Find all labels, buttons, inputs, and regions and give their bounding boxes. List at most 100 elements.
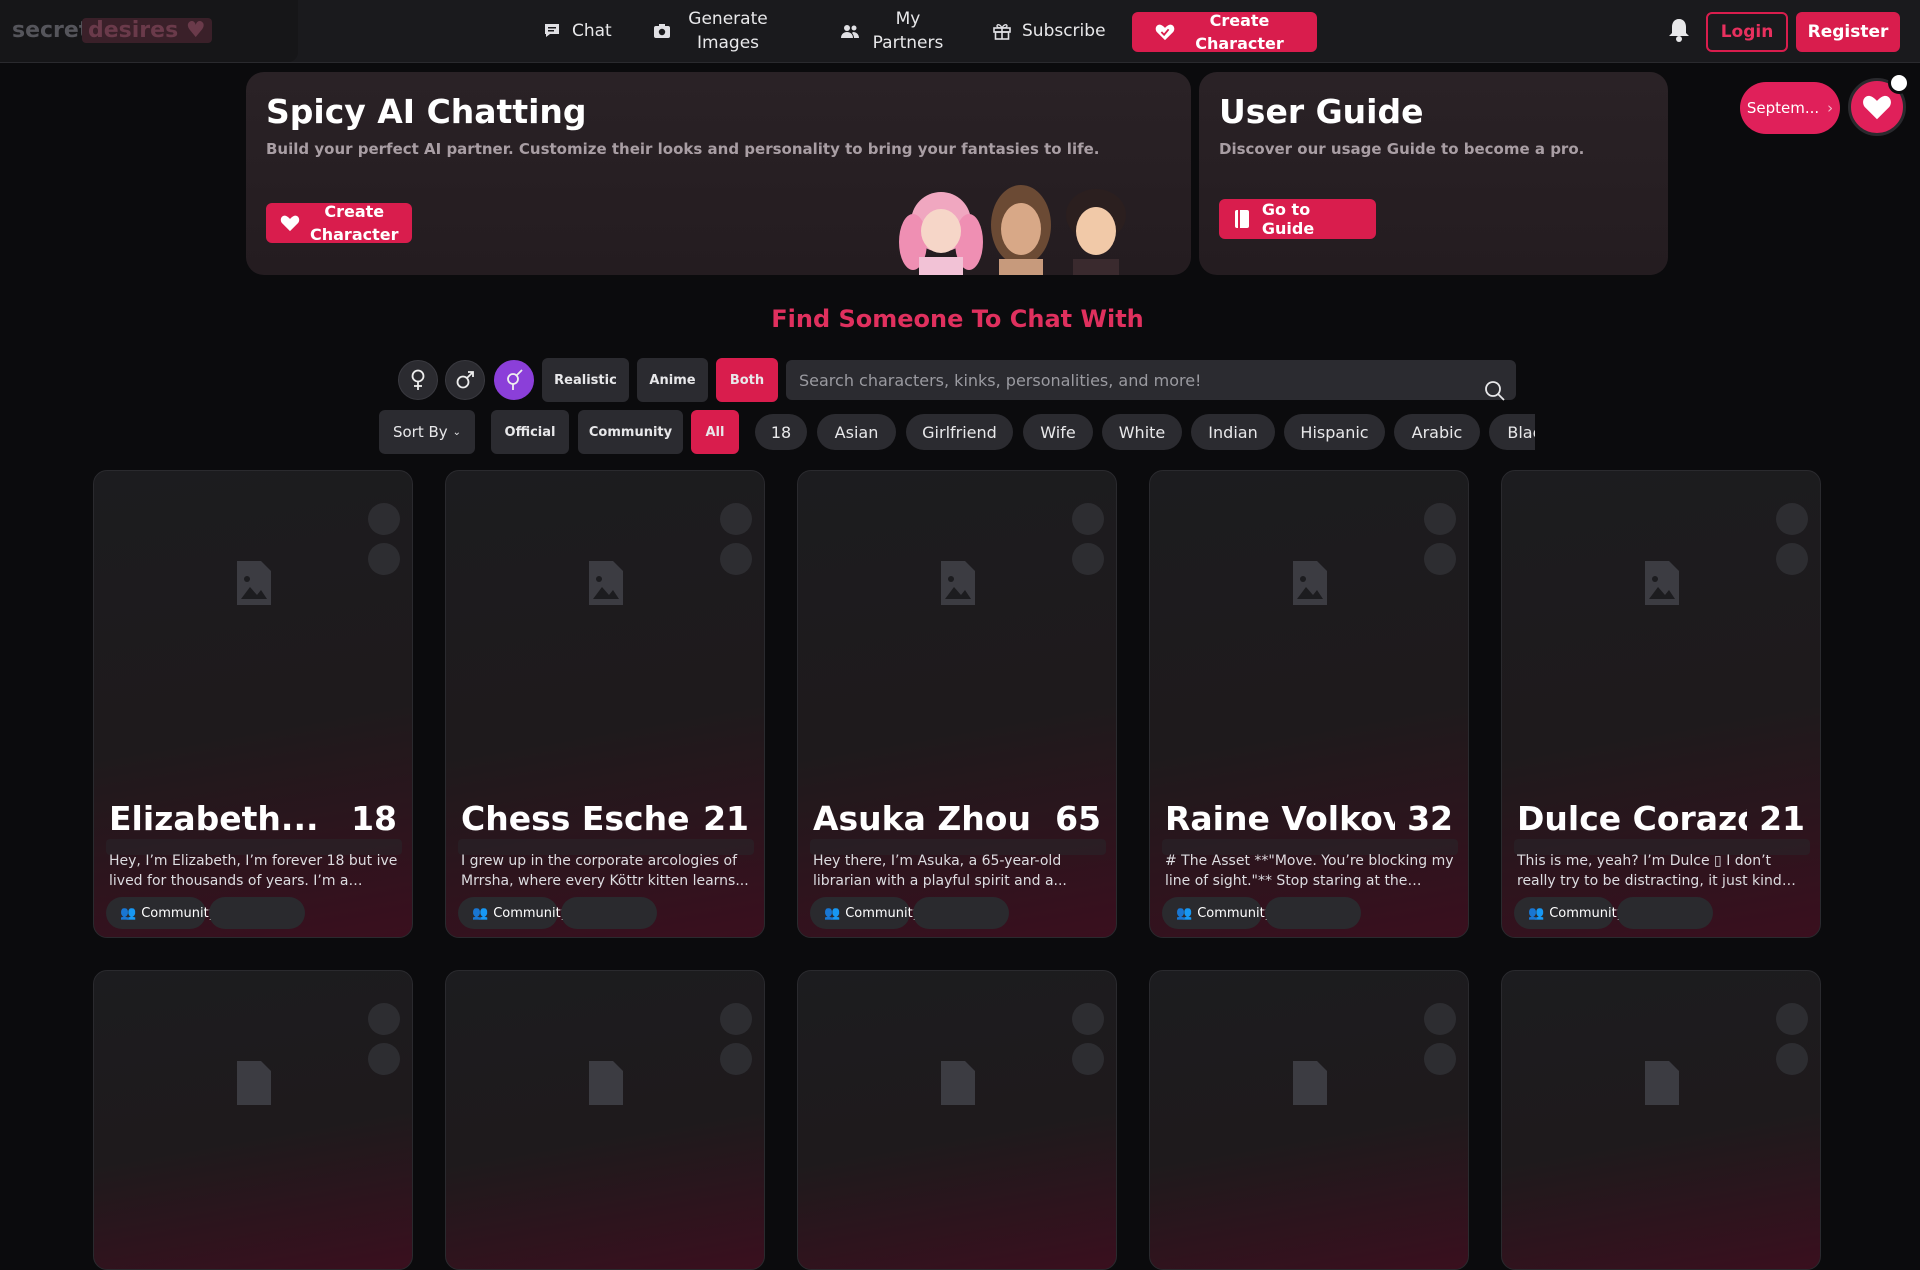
bell-icon[interactable]	[1665, 16, 1693, 44]
guide-title: User Guide	[1219, 92, 1424, 131]
more-options-button[interactable]	[1072, 1043, 1104, 1075]
hero-subtitle: Build your perfect AI partner. Customize…	[266, 140, 1100, 158]
tag-chip[interactable]: Asian	[817, 414, 896, 450]
more-options-button[interactable]	[1776, 1043, 1808, 1075]
favorite-button[interactable]	[1072, 503, 1104, 535]
male-filter-button[interactable]	[445, 360, 485, 400]
more-options-button[interactable]	[1424, 1043, 1456, 1075]
heart-icon	[1863, 95, 1891, 120]
source-community-button[interactable]: Community	[578, 410, 683, 454]
style-anime-button[interactable]: Anime	[637, 358, 708, 402]
search-icon[interactable]	[1484, 380, 1506, 402]
register-button[interactable]: Register	[1796, 12, 1900, 52]
character-name: Elizabeth...	[109, 799, 319, 838]
both-genders-filter-button[interactable]	[494, 360, 534, 400]
tag-chip[interactable]: White	[1102, 414, 1182, 450]
female-filter-button[interactable]	[398, 360, 438, 400]
tag-chip[interactable]: Indian	[1191, 414, 1275, 450]
female-icon	[411, 369, 425, 390]
image-placeholder-icon	[237, 1061, 271, 1105]
style-realistic-button[interactable]: Realistic	[542, 358, 629, 402]
search-placeholder: Search characters, kinks, personalities,…	[799, 370, 1202, 390]
favorite-button[interactable]	[1776, 1003, 1808, 1035]
more-options-button[interactable]	[1424, 543, 1456, 575]
sort-by-dropdown[interactable]: Sort By ⌄	[379, 410, 475, 454]
favorite-button[interactable]	[368, 1003, 400, 1035]
more-options-button[interactable]	[720, 1043, 752, 1075]
character-name: Raine Volkov	[1165, 799, 1395, 838]
source-official-button[interactable]: Official	[491, 410, 569, 454]
character-card[interactable]: Asuka Zhou 65 Hey there, I’m Asuka, a 65…	[797, 470, 1117, 938]
nav-generate-images[interactable]: Generate Images	[652, 0, 774, 62]
favorite-button[interactable]	[368, 503, 400, 535]
go-to-guide-button[interactable]: Go to Guide	[1219, 199, 1376, 239]
source-all-button[interactable]: All	[691, 410, 739, 454]
tag-chip[interactable]: Girlfriend	[906, 414, 1013, 450]
login-button[interactable]: Login	[1706, 12, 1788, 52]
character-age: 21	[703, 799, 749, 838]
character-age: 18	[351, 799, 397, 838]
favorite-button[interactable]	[1424, 503, 1456, 535]
tag-chip[interactable]: Black	[1489, 414, 1535, 450]
top-navbar: secret desires ♥ Chat Generate Images My…	[0, 0, 1920, 63]
community-icon: 👥	[472, 905, 489, 921]
search-input[interactable]: Search characters, kinks, personalities,…	[786, 360, 1516, 400]
image-placeholder-icon	[589, 561, 623, 605]
character-card[interactable]	[797, 970, 1117, 1270]
more-options-button[interactable]	[1072, 543, 1104, 575]
community-icon: 👥	[120, 905, 137, 921]
character-card[interactable]: Dulce Corazón 21 This is me, yeah? I’m D…	[1501, 470, 1821, 938]
community-badge: 👥 Community	[810, 897, 920, 929]
favorite-button[interactable]	[1072, 1003, 1104, 1035]
image-placeholder-icon	[1645, 561, 1679, 605]
tag-chip[interactable]: Hispanic	[1284, 414, 1385, 450]
tag-chip[interactable]: 18	[755, 414, 807, 450]
image-placeholder-icon	[941, 1061, 975, 1105]
character-card[interactable]	[445, 970, 765, 1270]
promo-pill[interactable]: Septem... ›	[1740, 82, 1840, 134]
badge-placeholder	[1265, 897, 1361, 929]
character-description: Hey, I’m Elizabeth, I’m forever 18 but i…	[109, 853, 398, 889]
hero-create-label: Create Character	[310, 202, 399, 244]
favorite-button[interactable]	[1424, 1003, 1456, 1035]
image-placeholder-icon	[1293, 561, 1327, 605]
tag-chip[interactable]: Arabic	[1394, 414, 1480, 450]
more-options-button[interactable]	[1776, 543, 1808, 575]
book-icon	[1233, 209, 1252, 229]
logo[interactable]: secret desires ♥	[0, 0, 298, 62]
badge-label: Community	[141, 905, 217, 921]
hero-create-character-button[interactable]: Create Character	[266, 202, 412, 244]
create-character-nav-button[interactable]: Create Character	[1132, 11, 1317, 53]
favorite-button[interactable]	[1776, 503, 1808, 535]
community-badge: 👥 Community	[1514, 897, 1624, 929]
character-card[interactable]	[1501, 970, 1821, 1270]
character-card[interactable]	[1149, 970, 1469, 1270]
character-name: Asuka Zhou	[813, 799, 1031, 838]
nav-chat-label: Chat	[572, 21, 612, 41]
promo-label: Septem...	[1746, 99, 1820, 117]
style-both-button[interactable]: Both	[716, 358, 778, 402]
character-card[interactable]: Elizabeth... 18 Hey, I’m Elizabeth, I’m …	[93, 470, 413, 938]
favorite-button[interactable]	[720, 503, 752, 535]
image-placeholder-icon	[237, 561, 271, 605]
more-options-button[interactable]	[368, 1043, 400, 1075]
sort-by-label: Sort By	[392, 423, 448, 441]
character-avatars-illustration	[899, 185, 1126, 275]
more-options-button[interactable]	[720, 543, 752, 575]
nav-chat[interactable]: Chat	[542, 0, 612, 62]
nav-my-partners[interactable]: My Partners	[840, 0, 946, 62]
more-options-button[interactable]	[368, 543, 400, 575]
gift-icon	[992, 21, 1012, 41]
camera-icon	[652, 21, 672, 41]
character-age: 65	[1055, 799, 1101, 838]
favorite-button[interactable]	[720, 1003, 752, 1035]
character-description: # The Asset **"Move. You’re blocking my …	[1165, 853, 1454, 889]
character-card[interactable]	[93, 970, 413, 1270]
hero-title: Spicy AI Chatting	[266, 92, 587, 131]
nav-partners-label: My Partners	[872, 9, 944, 53]
nav-subscribe[interactable]: Subscribe	[992, 0, 1106, 62]
character-name: Dulce Corazón	[1517, 799, 1747, 838]
tag-chip[interactable]: Wife	[1023, 414, 1093, 450]
character-card[interactable]: Raine Volkov 32 # The Asset **"Move. You…	[1149, 470, 1469, 938]
character-card[interactable]: Chess Escher ▯ 21 I grew up in the corpo…	[445, 470, 765, 938]
